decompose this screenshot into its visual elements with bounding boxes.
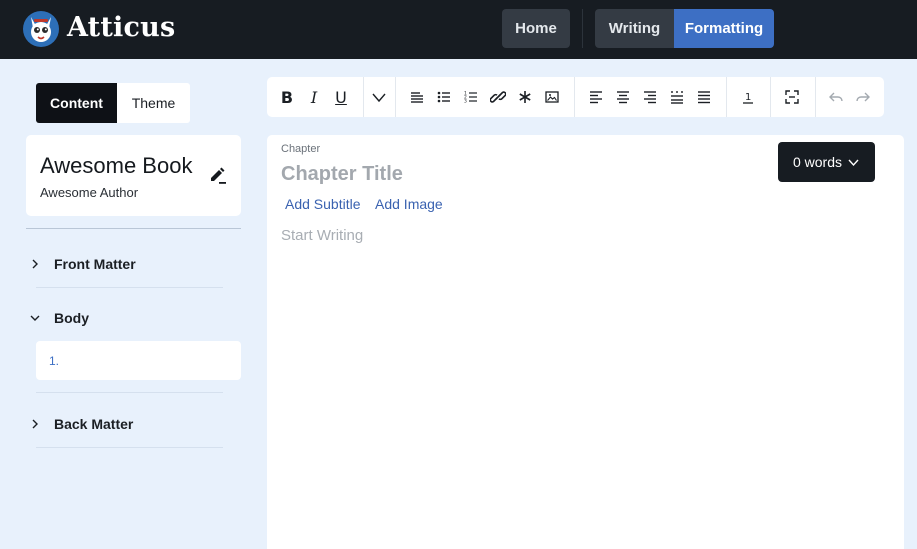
top-bar: Atticus Home Writing Formatting <box>0 0 917 59</box>
align-justify-icon[interactable] <box>692 85 716 109</box>
atticus-logo-icon <box>23 11 59 47</box>
paragraph-icon[interactable] <box>405 85 429 109</box>
section-front-matter[interactable]: Front Matter <box>26 249 241 279</box>
toolbar-divider <box>726 77 727 117</box>
tab-theme[interactable]: Theme <box>117 83 190 123</box>
toolbar-divider <box>363 77 364 117</box>
toolbar-divider <box>395 77 396 117</box>
align-left-icon[interactable] <box>584 85 608 109</box>
app-name: Atticus <box>67 12 176 43</box>
image-icon[interactable] <box>540 85 564 109</box>
bold-icon[interactable]: B <box>275 85 299 109</box>
asterisk-icon[interactable] <box>513 85 537 109</box>
book-author: Awesome Author <box>40 185 139 200</box>
section-body[interactable]: Body <box>26 303 241 333</box>
tab-content[interactable]: Content <box>36 83 117 123</box>
redo-icon[interactable] <box>851 85 875 109</box>
numbered-list-icon[interactable]: 123 <box>459 85 483 109</box>
nav-home-button[interactable]: Home <box>502 9 570 48</box>
chapter-list-item[interactable]: 1. <box>36 341 241 380</box>
svg-text:1: 1 <box>745 92 751 103</box>
section-label: Back Matter <box>54 416 134 432</box>
editor-panel: Chapter Chapter Title Add Subtitle Add I… <box>267 135 904 549</box>
toolbar-divider <box>574 77 575 117</box>
toolbar-divider <box>770 77 771 117</box>
section-divider <box>36 287 223 288</box>
link-icon[interactable] <box>486 85 510 109</box>
word-count-button[interactable]: 0 words <box>778 142 875 182</box>
sidebar-divider <box>26 228 241 229</box>
book-info-card: Awesome Book Awesome Author <box>26 135 241 216</box>
undo-icon[interactable] <box>824 85 848 109</box>
toolbar-divider <box>815 77 816 117</box>
chapter-type-label: Chapter <box>281 143 321 155</box>
italic-icon[interactable]: I <box>302 85 326 109</box>
nav-writing-button[interactable]: Writing <box>595 9 674 48</box>
align-distribute-icon[interactable] <box>665 85 689 109</box>
chevron-right-icon <box>32 419 38 429</box>
formatting-toolbar: B I U 123 1 <box>267 77 884 117</box>
align-right-icon[interactable] <box>638 85 662 109</box>
fullscreen-icon[interactable] <box>780 85 804 109</box>
chapter-title-input[interactable]: Chapter Title <box>281 163 403 186</box>
chevron-down-icon <box>848 159 859 166</box>
section-divider <box>36 447 223 448</box>
body-text-area[interactable]: Start Writing <box>281 227 363 244</box>
edit-pencil-icon[interactable] <box>208 166 228 186</box>
underline-icon[interactable]: U <box>329 85 353 109</box>
section-back-matter[interactable]: Back Matter <box>26 409 241 439</box>
section-label: Body <box>54 310 89 326</box>
book-title: Awesome Book <box>40 153 193 178</box>
word-count-label: 0 words <box>792 154 843 170</box>
nav-formatting-button[interactable]: Formatting <box>674 9 774 48</box>
chevron-down-icon <box>30 315 40 321</box>
section-divider <box>36 392 223 393</box>
svg-text:3: 3 <box>464 99 467 105</box>
add-image-link[interactable]: Add Image <box>375 196 443 212</box>
footnote-icon[interactable]: 1 <box>736 85 760 109</box>
more-chevron-icon[interactable] <box>367 85 391 109</box>
section-label: Front Matter <box>54 256 136 272</box>
nav-divider <box>582 9 583 48</box>
add-subtitle-link[interactable]: Add Subtitle <box>285 196 361 212</box>
bullet-list-icon[interactable] <box>432 85 456 109</box>
align-center-icon[interactable] <box>611 85 635 109</box>
chevron-right-icon <box>32 259 38 269</box>
